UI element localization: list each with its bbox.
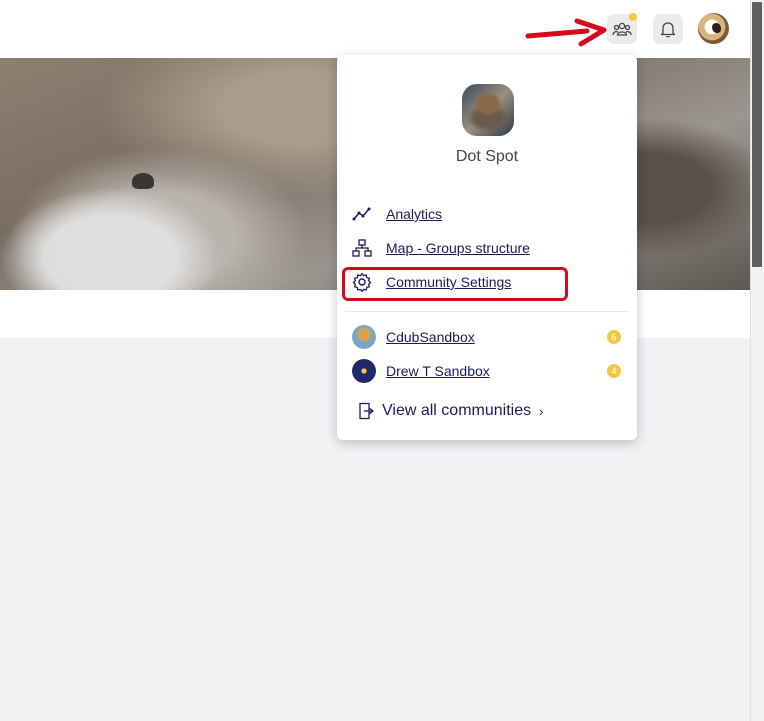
communities-dropdown: Dot Spot Analytics Map - Groups structur… bbox=[337, 55, 637, 440]
unread-badge: 4 bbox=[607, 364, 621, 378]
door-exit-icon bbox=[358, 402, 376, 420]
divider bbox=[345, 311, 629, 312]
new-indicator-dot bbox=[629, 13, 637, 21]
community-item-label: Drew T Sandbox bbox=[386, 363, 490, 379]
chevron-right-icon: › bbox=[539, 403, 544, 419]
bell-icon bbox=[660, 21, 676, 38]
annotation-highlight-box bbox=[342, 267, 568, 301]
menu-item-analytics[interactable]: Analytics bbox=[352, 203, 442, 225]
menu-item-label: Map - Groups structure bbox=[386, 240, 530, 256]
view-all-communities-link[interactable]: View all communities › bbox=[358, 402, 543, 420]
hierarchy-icon bbox=[352, 238, 376, 258]
community-item-label: CdubSandbox bbox=[386, 329, 475, 345]
scrollbar-thumb[interactable] bbox=[752, 2, 762, 267]
community-avatar bbox=[462, 84, 514, 136]
cover-image-detail bbox=[132, 173, 154, 189]
community-name: Dot Spot bbox=[455, 148, 519, 165]
annotation-arrow bbox=[525, 18, 607, 47]
people-group-icon bbox=[612, 21, 632, 37]
community-avatar bbox=[352, 359, 376, 383]
notifications-button[interactable] bbox=[653, 14, 683, 44]
community-item-drew-t-sandbox[interactable]: Drew T Sandbox 4 bbox=[352, 358, 629, 384]
analytics-icon bbox=[352, 204, 376, 224]
unread-badge: 6 bbox=[607, 330, 621, 344]
top-bar bbox=[0, 0, 750, 59]
view-all-label: View all communities bbox=[382, 402, 532, 419]
menu-item-label: Analytics bbox=[386, 206, 443, 222]
user-avatar[interactable] bbox=[698, 13, 729, 44]
communities-button[interactable] bbox=[607, 13, 637, 44]
community-item-cdubsandbox[interactable]: CdubSandbox 6 bbox=[352, 324, 629, 350]
community-avatar bbox=[352, 325, 376, 349]
menu-item-map-groups[interactable]: Map - Groups structure bbox=[352, 237, 530, 259]
